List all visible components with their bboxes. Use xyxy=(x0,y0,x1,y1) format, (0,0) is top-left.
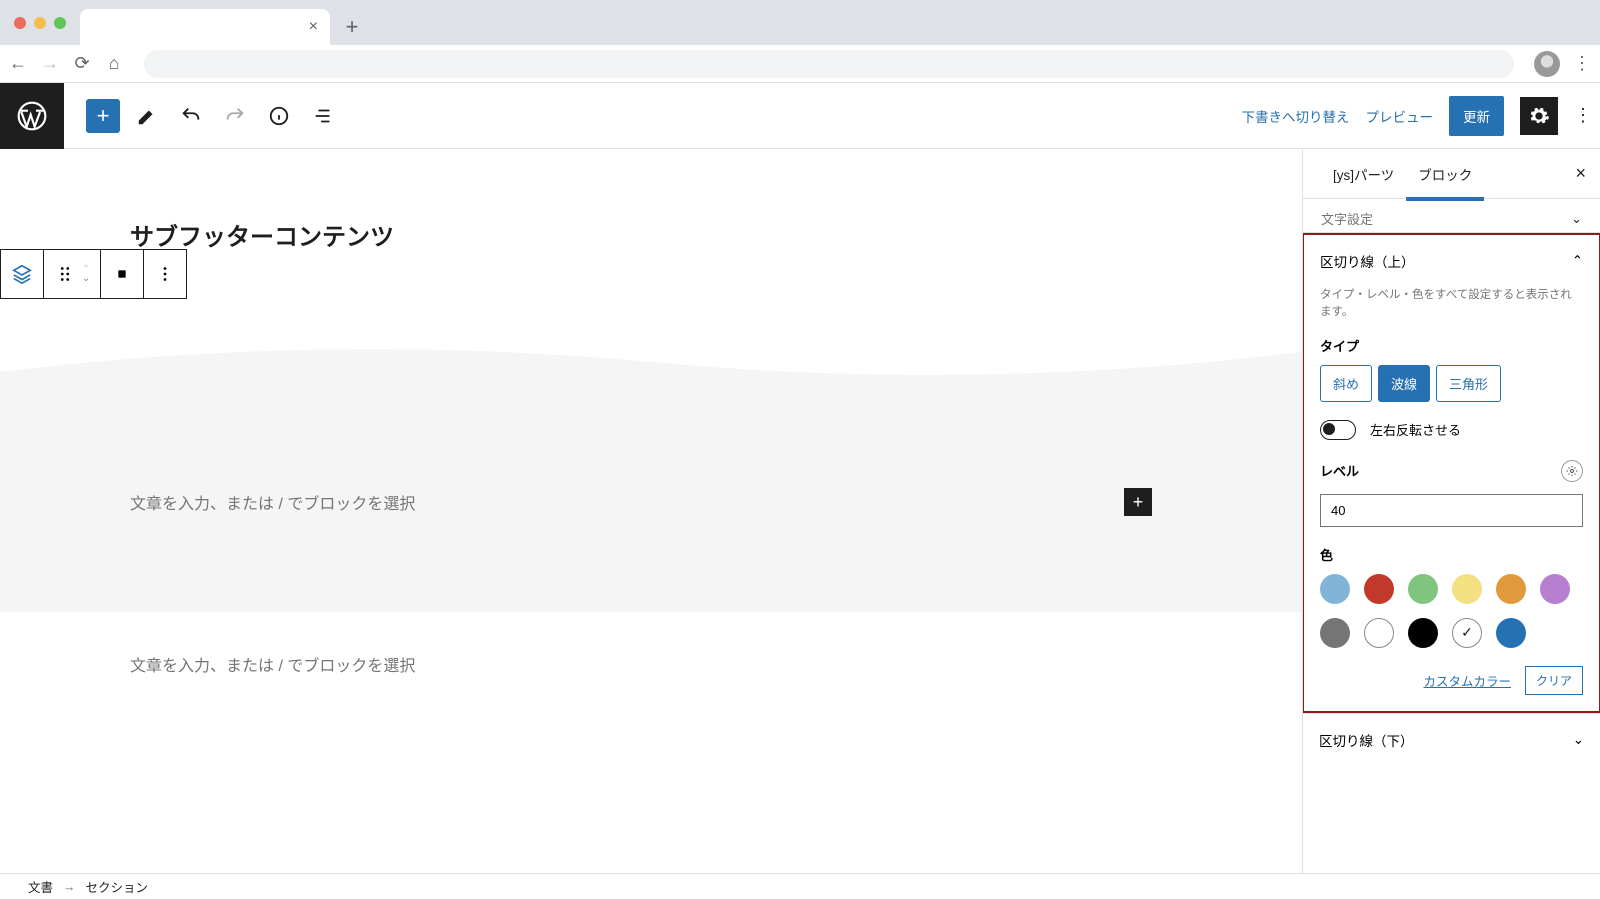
block-inserter-button[interactable]: + xyxy=(86,99,120,133)
color-swatch[interactable] xyxy=(1496,618,1526,648)
maximize-window-icon[interactable] xyxy=(54,17,66,29)
block-options-icon[interactable] xyxy=(144,250,186,298)
panel-divider-top: 区切り線（上） ⌃ タイプ・レベル・色をすべて設定すると表示されます。 タイプ … xyxy=(1302,233,1600,713)
window-controls xyxy=(0,3,80,45)
color-swatch[interactable] xyxy=(1364,618,1394,648)
level-input[interactable] xyxy=(1320,494,1583,527)
browser-tab-strip: × + xyxy=(0,0,1600,45)
paragraph-placeholder[interactable]: 文章を入力、または / でブロックを選択 xyxy=(130,490,415,514)
color-swatch[interactable] xyxy=(1320,574,1350,604)
color-swatches xyxy=(1304,574,1599,660)
flip-toggle[interactable] xyxy=(1320,420,1356,440)
list-view-icon[interactable] xyxy=(306,99,340,133)
update-button[interactable]: 更新 xyxy=(1449,96,1504,136)
close-tab-icon[interactable]: × xyxy=(309,18,318,36)
breadcrumb-separator: → xyxy=(63,880,76,894)
browser-toolbar: ← → ⟳ ⌂ ⋮ xyxy=(0,45,1600,83)
redo-icon xyxy=(218,99,252,133)
clear-color-button[interactable]: クリア xyxy=(1525,666,1583,695)
color-swatch[interactable] xyxy=(1496,574,1526,604)
align-button[interactable] xyxy=(101,250,144,298)
drag-handle[interactable]: ⌃⌄ xyxy=(44,250,101,298)
preview-link[interactable]: プレビュー xyxy=(1366,106,1434,126)
flip-toggle-row: 左右反転させる xyxy=(1304,420,1599,460)
color-swatch[interactable] xyxy=(1320,618,1350,648)
label-color: 色 xyxy=(1304,545,1599,574)
paragraph-placeholder-2[interactable]: 文章を入力、または / でブロックを選択 xyxy=(130,652,1172,676)
panel-text-settings-collapsed[interactable]: 文字設定 ⌄ xyxy=(1303,199,1600,233)
more-options-icon[interactable]: ⋮ xyxy=(1574,105,1588,126)
level-settings-icon[interactable] xyxy=(1561,460,1583,482)
panel-note: タイプ・レベル・色をすべて設定すると表示されます。 xyxy=(1304,287,1599,336)
reload-icon[interactable]: ⟳ xyxy=(72,53,92,74)
color-swatch[interactable] xyxy=(1540,574,1570,604)
type-triangle-button[interactable]: 三角形 xyxy=(1436,365,1501,402)
tab-block[interactable]: ブロック xyxy=(1406,149,1484,200)
settings-sidebar: [ys]パーツ ブロック × 文字設定 ⌄ 区切り線（上） ⌃ タイプ・レベル・… xyxy=(1302,149,1600,873)
chevron-down-icon: ⌄ xyxy=(1571,211,1582,227)
color-swatch[interactable] xyxy=(1408,618,1438,648)
editor-body: サブフッターコンテンツ ⌃⌄ 文章を入力、または / でブロックを選択 + xyxy=(0,149,1600,873)
chevron-down-icon: ⌄ xyxy=(1573,732,1584,748)
block-toolbar: ⌃⌄ xyxy=(0,249,187,299)
block-parent-selector[interactable] xyxy=(1,250,44,298)
breadcrumb-item-section[interactable]: セクション xyxy=(86,877,149,896)
close-sidebar-icon[interactable]: × xyxy=(1575,163,1586,184)
move-arrows[interactable]: ⌃⌄ xyxy=(82,265,90,283)
close-window-icon[interactable] xyxy=(14,17,26,29)
panel-divider-bottom[interactable]: 区切り線（下） ⌄ xyxy=(1303,713,1600,766)
color-swatch[interactable] xyxy=(1452,574,1482,604)
editor-topbar: + 下書きへ切り替え プレビュー 更新 ⋮ xyxy=(0,83,1600,149)
label-level: レベル xyxy=(1320,461,1359,480)
add-block-button[interactable]: + xyxy=(1124,488,1152,516)
type-wave-button[interactable]: 波線 xyxy=(1378,365,1430,402)
breadcrumb-item-document[interactable]: 文書 xyxy=(28,877,53,896)
toolbar-right: 下書きへ切り替え プレビュー 更新 ⋮ xyxy=(1242,96,1600,136)
toolbar-left: + xyxy=(64,99,340,133)
tabs: × + xyxy=(80,0,366,45)
type-diagonal-button[interactable]: 斜め xyxy=(1320,365,1372,402)
section-block[interactable]: 文章を入力、または / でブロックを選択 + xyxy=(0,322,1302,612)
panel-header-divider-top[interactable]: 区切り線（上） ⌃ xyxy=(1304,235,1599,287)
divider-type-group: 斜め 波線 三角形 xyxy=(1304,365,1599,420)
back-icon[interactable]: ← xyxy=(8,53,28,74)
block-breadcrumb: 文書 → セクション xyxy=(0,873,1600,899)
custom-color-link[interactable]: カスタムカラー xyxy=(1423,671,1511,690)
tab-parts[interactable]: [ys]パーツ xyxy=(1321,149,1406,200)
profile-avatar[interactable] xyxy=(1534,51,1560,77)
label-level-row: レベル xyxy=(1304,460,1599,494)
color-swatch[interactable] xyxy=(1364,574,1394,604)
post-title[interactable]: サブフッターコンテンツ xyxy=(130,217,1302,252)
browser-menu-icon[interactable]: ⋮ xyxy=(1572,53,1592,74)
info-icon[interactable] xyxy=(262,99,296,133)
chevron-up-icon: ⌃ xyxy=(1572,253,1583,269)
editor-canvas: サブフッターコンテンツ ⌃⌄ 文章を入力、または / でブロックを選択 + xyxy=(0,149,1302,873)
forward-icon: → xyxy=(40,53,60,74)
flip-label: 左右反転させる xyxy=(1370,420,1461,439)
new-tab-button[interactable]: + xyxy=(338,13,366,41)
minimize-window-icon[interactable] xyxy=(34,17,46,29)
section-body[interactable]: 文章を入力、または / でブロックを選択 + xyxy=(0,392,1302,612)
home-icon[interactable]: ⌂ xyxy=(104,53,124,74)
undo-icon[interactable] xyxy=(174,99,208,133)
browser-tab[interactable]: × xyxy=(80,9,330,45)
color-swatch[interactable] xyxy=(1408,574,1438,604)
wordpress-logo[interactable] xyxy=(0,83,64,149)
color-swatch[interactable] xyxy=(1452,618,1482,648)
color-actions: カスタムカラー クリア xyxy=(1304,660,1599,711)
label-type: タイプ xyxy=(1304,336,1599,365)
switch-to-draft-link[interactable]: 下書きへ切り替え xyxy=(1242,106,1350,126)
edit-mode-icon[interactable] xyxy=(130,99,164,133)
url-bar[interactable] xyxy=(144,50,1514,78)
sidebar-tabs: [ys]パーツ ブロック × xyxy=(1303,149,1600,199)
settings-button[interactable] xyxy=(1520,97,1558,135)
